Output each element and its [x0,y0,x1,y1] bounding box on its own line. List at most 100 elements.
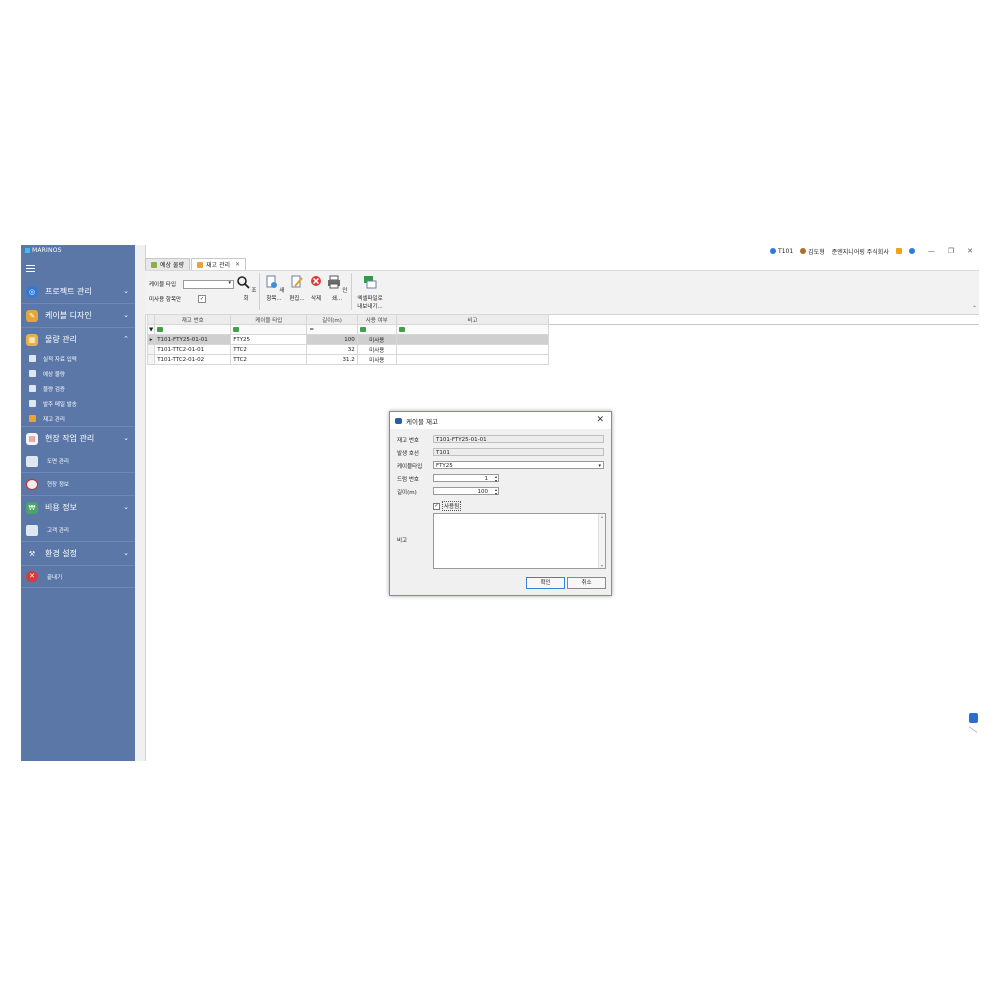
length-stepper[interactable]: 100 ▴ ▾ [433,487,499,496]
ok-button[interactable]: 확인 [526,577,565,589]
user-indicator[interactable]: 김도형 [800,247,825,256]
money-icon: ₩ [26,501,38,514]
scroll-up-icon[interactable]: ▴ [599,514,605,519]
restore-icon[interactable]: ❐ [948,247,954,255]
filter-cell[interactable] [395,324,550,335]
filter-cell[interactable] [356,324,397,335]
cable-type-label: 케이블 타입 [149,282,177,288]
logo-icon [25,248,30,253]
scroll-down-icon[interactable]: ▾ [599,563,605,568]
spin-icon[interactable]: ▴ ▾ [495,488,497,496]
sidebar-item-exit[interactable]: ✕ 끝내기 [21,566,135,588]
filter-icon: ▼ [146,324,156,335]
sidebar-item-estimated-quantity[interactable]: 예상 물량 [21,366,135,381]
stock-grid: 재고 번호 케이블 타입 길이(m) 사용 여부 비고 ▼ = ▸ T101-F… [146,314,550,365]
minimize-icon[interactable]: — [928,247,935,255]
column-header-cable-type[interactable]: 케이블 타입 [230,314,308,325]
list-icon [29,370,36,377]
grid-header-row: 재고 번호 케이블 타입 길이(m) 사용 여부 비고 [146,314,550,325]
note-textarea[interactable]: ▴ ▾ [433,513,606,569]
project-indicator[interactable]: T101 [770,248,793,255]
memo-scrollbar[interactable]: ▴ ▾ [598,514,605,568]
column-header-length[interactable]: 길이(m) [306,314,358,325]
sidebar-section-cable-design[interactable]: ✎ 케이블 디자인 ⌄ [21,304,135,328]
sidebar-section-field-work[interactable]: ▤ 현장 작업 관리 ⌄ [21,427,135,450]
new-item-button[interactable]: 새 항목... [261,275,287,302]
sidebar-section-cost[interactable]: ₩ 비용 정보 ⌄ [21,496,135,519]
search-button[interactable]: 조회 [235,275,257,302]
app-name: MARINOS [32,247,62,254]
app-brand: MARINOS [25,247,62,254]
sidebar-item-stock[interactable]: 재고 관리 [21,411,135,427]
chevron-up-icon[interactable]: ⌃ [123,335,129,343]
cancel-button[interactable]: 취소 [567,577,606,589]
filter-cell[interactable]: = [306,324,358,335]
tab-estimated-quantity[interactable]: 예상 물량 [145,258,190,270]
tab-stock-management[interactable]: 재고 관리 ✕ [191,258,247,270]
filter-cell[interactable] [230,324,308,335]
status-area: T101 김도형 준엔지니어링 주식회사 — ❐ ✕ [770,245,973,257]
chevron-down-icon[interactable]: ⌄ [123,503,129,511]
tab-icon [151,261,157,268]
check-icon: ✓ [433,502,440,510]
table-row[interactable]: T101-TTC2-01-02 TTC2 31.2 미사용 [146,354,550,365]
chevron-down-icon: ▾ [598,463,601,469]
tab-close-icon[interactable]: ✕ [235,261,240,268]
sidebar-item-drawings[interactable]: 도면 관리 [21,450,135,473]
sidebar-item-quantity-check[interactable]: 물량 검증 [21,381,135,396]
ribbon-collapse-icon[interactable]: ⌃ [972,305,977,312]
print-button[interactable]: 인쇄... [325,275,349,302]
used-checkbox[interactable]: ✓ 사용됨 [433,501,462,511]
lock-icon[interactable] [895,248,902,254]
close-window-icon[interactable]: ✕ [967,247,973,255]
checklist-icon [29,385,36,392]
delete-button[interactable]: 삭제 [307,275,325,302]
ribbon-separator [259,273,260,310]
left-splitter[interactable] [135,245,146,761]
filter-cell[interactable] [154,324,232,335]
cable-type-select[interactable]: FTY25 ▾ [433,461,604,469]
sidebar-section-quantity[interactable]: ▦ 물량 관리 ⌃ [21,328,135,351]
sidebar-item-customers[interactable]: 고객 관리 [21,519,135,542]
chevron-down-icon[interactable]: ⌄ [123,434,129,442]
close-icon[interactable]: ✕ [596,415,604,425]
sidebar: MARINOS ◎ 프로젝트 관리 ⌄ ✎ 케이블 디자인 ⌄ ▦ 물량 관리 … [21,245,135,761]
sidebar-menu: ◎ 프로젝트 관리 ⌄ ✎ 케이블 디자인 ⌄ ▦ 물량 관리 ⌃ 실적 자료 … [21,280,135,588]
tools-icon: ⚒ [28,549,36,558]
chevron-down-icon[interactable]: ⌄ [123,311,129,319]
location-icon [26,478,38,490]
column-header-used[interactable]: 사용 여부 [356,314,397,325]
dialog-title-bar: 케이블 재고 ✕ [390,412,611,429]
sidebar-section-settings[interactable]: ⚒ 환경 설정 ⌄ [21,542,135,566]
sidebar-item-order-mail[interactable]: 발주 메일 발송 [21,396,135,411]
stock-icon [29,415,36,422]
filter-operator-icon [233,326,240,332]
length-label: 길이(m) [397,490,417,496]
unused-only-checkbox[interactable]: ✓ [198,295,206,303]
drum-no-stepper[interactable]: 1 ▴ ▾ [433,474,499,483]
ribbon-separator [351,273,352,310]
filter-operator-icon [398,326,405,332]
gear-icon[interactable] [908,248,915,254]
sidebar-item-site-info[interactable]: 현장 정보 [21,473,135,496]
calendar-icon: ▤ [26,432,38,445]
boxes-icon: ▦ [26,333,38,346]
column-header-stock-no[interactable]: 재고 번호 [154,314,232,325]
column-header-note[interactable]: 비고 [395,314,550,325]
table-row[interactable]: ▸ T101-FTY25-01-01 FTY25 100 미사용 [146,334,550,345]
cable-type-combo[interactable]: ▾ [183,280,234,289]
edit-button[interactable]: 편집... [287,275,307,302]
user-icon [800,248,807,254]
sidebar-section-project[interactable]: ◎ 프로젝트 관리 ⌄ [21,280,135,304]
chevron-down-icon[interactable]: ⌄ [123,287,129,295]
export-excel-button[interactable]: 엑셀파일로 내보내기... [353,275,387,310]
mail-icon [29,400,36,407]
new-document-icon [266,275,277,288]
cable-icon [395,417,402,424]
sidebar-item-actual-input[interactable]: 실적 자료 입력 [21,351,135,366]
spin-icon[interactable]: ▴ ▾ [495,475,497,483]
hamburger-menu-icon[interactable] [26,265,35,272]
taskbar-app-icon[interactable] [969,713,978,723]
chevron-down-icon[interactable]: ⌄ [123,549,129,557]
table-row[interactable]: T101-TTC2-01-01 TTC2 32 미사용 [146,344,550,355]
